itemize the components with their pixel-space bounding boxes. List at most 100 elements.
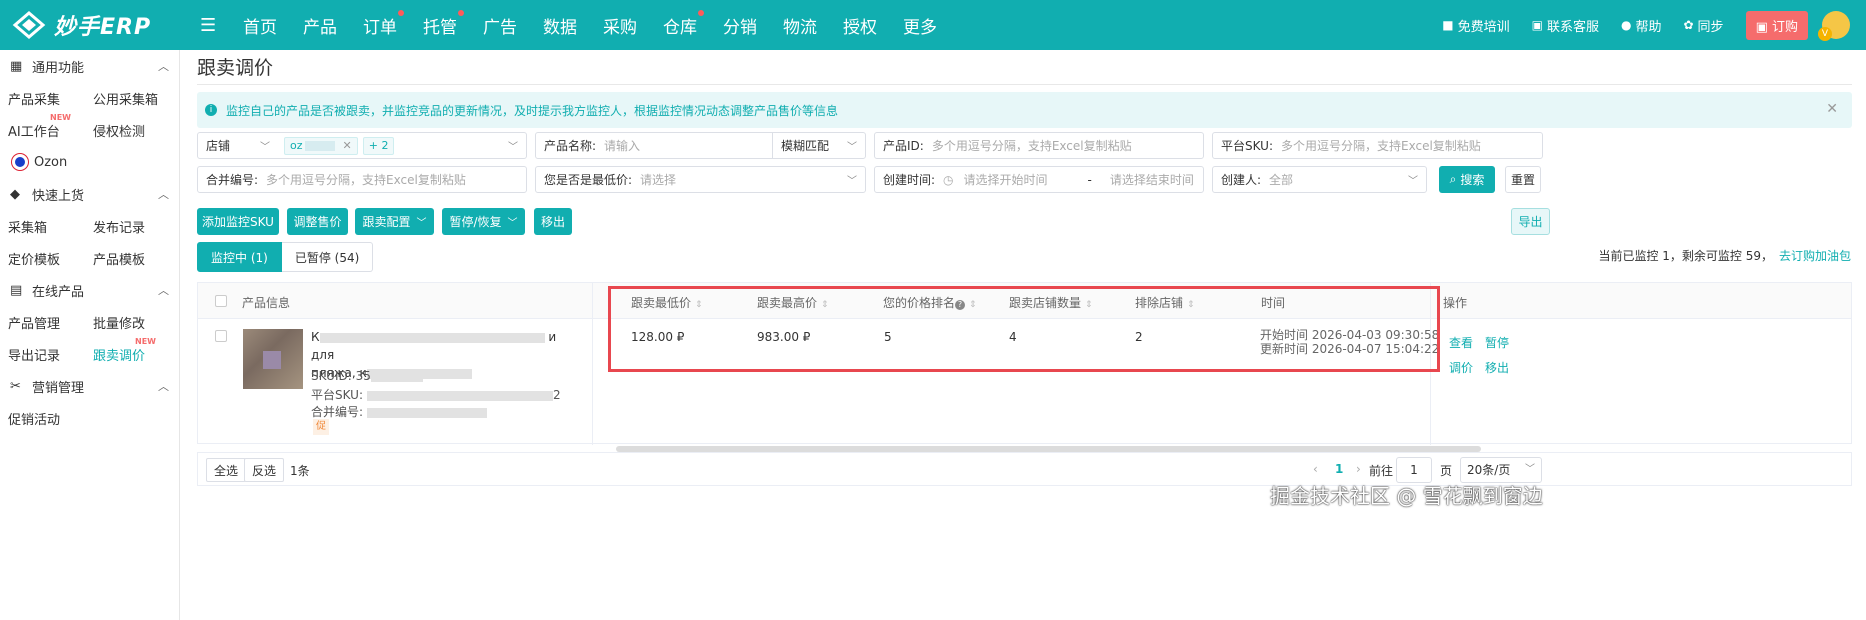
nav-item-9[interactable]: 物流 (770, 13, 830, 38)
pause-link[interactable]: 暂停 (1485, 334, 1509, 351)
lowest-price-select[interactable]: 您是否是最低价: 请选择 ﹀ (535, 166, 866, 193)
ctime-end-input[interactable]: 请选择结束时间 (1110, 171, 1194, 188)
nav-item-label: 更多 (903, 17, 937, 38)
store-select[interactable]: 店铺 ﹀ oz ✕ + 2 ﹀ (197, 132, 527, 159)
remove-link[interactable]: 移出 (1485, 359, 1509, 376)
sidebar-item-follow-price[interactable]: 跟卖调价 NEW (85, 337, 170, 364)
store-tag: oz ✕ (284, 136, 358, 155)
create-time-filter[interactable]: 创建时间: ◷ 请选择开始时间 - 请选择结束时间 (874, 166, 1204, 193)
adjust-price-button[interactable]: 调整售价 (287, 208, 348, 235)
next-page-icon[interactable]: › (1356, 462, 1361, 476)
adjust-price-link[interactable]: 调价 (1449, 359, 1473, 376)
sidebar-group-quick[interactable]: ◆ 快速上货 ︿ (0, 178, 179, 210)
prev-page-icon[interactable]: ‹ (1313, 462, 1318, 476)
select-all-checkbox[interactable] (215, 295, 227, 307)
nav-item-4[interactable]: 广告 (470, 13, 530, 38)
nav-item-6[interactable]: 采购 (590, 13, 650, 38)
pname-label: 产品名称: (544, 139, 597, 153)
sidebar-item-export-log[interactable]: 导出记录 (0, 345, 85, 364)
sidebar-item-infringe[interactable]: 侵权检测 (85, 121, 170, 140)
skuid-value: 35 (355, 369, 371, 383)
tab-monitoring[interactable]: 监控中 (1) (197, 242, 282, 272)
sidebar-group-online[interactable]: ▤ 在线产品 ︿ (0, 274, 179, 306)
sidebar-group-label: 快速上货 (32, 188, 85, 204)
notification-dot (398, 9, 404, 16)
sidebar-item-ai[interactable]: AI工作台 NEW (0, 113, 85, 140)
add-monitor-sku-button[interactable]: 添加监控SKU (197, 208, 279, 235)
avatar[interactable] (1818, 11, 1850, 41)
sidebar-item-batch-edit[interactable]: 批量修改 (85, 313, 170, 332)
match-mode-select[interactable]: 模糊匹配 (773, 137, 837, 154)
support-icon: ▣ (1531, 18, 1543, 32)
menu-toggle-icon[interactable]: ☰ (200, 15, 220, 36)
sidebar-item-price-template[interactable]: 定价模板 (0, 249, 85, 268)
sidebar-item-collect[interactable]: 产品采集 (0, 89, 85, 108)
close-icon[interactable]: ✕ (1826, 101, 1838, 117)
nav-item-11[interactable]: 更多 (890, 13, 950, 38)
export-button[interactable]: 导出 (1511, 208, 1550, 235)
sidebar-item-collect-box[interactable]: 采集箱 (0, 217, 85, 236)
page-number[interactable]: 1 (1335, 462, 1343, 476)
platform-sku-line: 平台SKU: 2 (311, 386, 561, 403)
remove-button[interactable]: 移出 (534, 208, 572, 235)
order-button[interactable]: ▣ 订购 (1745, 10, 1808, 40)
sidebar-item-product-template[interactable]: 产品模板 (85, 249, 170, 268)
app-logo[interactable]: 妙手ERP (12, 9, 192, 41)
invert-selection-button[interactable]: 反选 (244, 458, 285, 482)
nav-item-8[interactable]: 分销 (710, 13, 770, 38)
product-id-filter[interactable]: 产品ID: 多个用逗号分隔，支持Excel复制粘贴 (874, 132, 1204, 159)
sidebar-group-label: 营销管理 (32, 380, 85, 396)
sync-link[interactable]: ✿ 同步 (1683, 16, 1723, 35)
highlight-box (608, 286, 1440, 372)
ctime-start-input[interactable]: 请选择开始时间 (964, 171, 1068, 188)
help-icon: ● (1620, 18, 1632, 32)
page-title: 跟卖调价 (197, 57, 274, 79)
lowest-label: 您是否是最低价: (544, 173, 633, 187)
nav-item-2[interactable]: 订单 (350, 9, 410, 38)
chevron-up-icon: ︿ (158, 188, 169, 201)
pid-input[interactable]: 多个用逗号分隔，支持Excel复制粘贴 (932, 137, 1132, 154)
cart-icon: ▣ (1755, 19, 1772, 35)
search-button[interactable]: ⌕ 搜索 (1439, 166, 1495, 193)
buy-package-link[interactable]: 去订购加油包 (1779, 249, 1851, 263)
pause-resume-button[interactable]: 暂停/恢复 ﹀ (442, 208, 525, 235)
nav-item-7[interactable]: 仓库 (650, 9, 710, 38)
nav-item-3[interactable]: 托管 (410, 9, 470, 38)
view-link[interactable]: 查看 (1449, 334, 1473, 351)
platform-sku-filter[interactable]: 平台SKU: 多个用逗号分隔，支持Excel复制粘贴 (1212, 132, 1543, 159)
help-link[interactable]: ● 帮助 (1621, 16, 1662, 35)
sync-label: 同步 (1697, 19, 1724, 35)
sidebar-item-promotion[interactable]: 促销活动 (0, 409, 85, 428)
tag-close-icon[interactable]: ✕ (343, 139, 352, 152)
product-thumbnail[interactable] (243, 329, 303, 389)
nav-item-1[interactable]: 产品 (290, 13, 350, 38)
row-checkbox[interactable] (215, 330, 227, 342)
divider (197, 84, 1852, 85)
reset-button[interactable]: 重置 (1505, 166, 1541, 193)
chevron-down-icon: ﹀ (1525, 464, 1535, 475)
platform-sku-label: 平台SKU: (311, 388, 363, 402)
sidebar-item-ozon[interactable]: Ozon (0, 146, 179, 178)
sidebar-group-marketing[interactable]: ✂ 营销管理 ︿ (0, 370, 179, 402)
follow-config-button[interactable]: 跟卖配置 ﹀ (355, 208, 434, 235)
training-link[interactable]: ■ 免费培训 (1442, 16, 1509, 35)
sidebar-item-product-mgmt[interactable]: 产品管理 (0, 313, 85, 332)
merge-number-filter[interactable]: 合并编号: 多个用逗号分隔，支持Excel复制粘贴 (197, 166, 527, 193)
main-content: 跟卖调价 i 监控自己的产品是否被跟卖，并监控竞品的更新情况，及时提示我方监控人… (180, 50, 1866, 620)
merge-input[interactable]: 多个用逗号分隔，支持Excel复制粘贴 (266, 171, 466, 188)
chevron-down-icon: ﹀ (507, 218, 518, 229)
nav-item-5[interactable]: 数据 (530, 13, 590, 38)
sidebar-item-public-box[interactable]: 公用采集箱 (85, 89, 170, 108)
nav-item-0[interactable]: 首页 (230, 13, 290, 38)
sidebar-item-publish-log[interactable]: 发布记录 (85, 217, 170, 236)
sidebar-group-general[interactable]: ▦ 通用功能 ︿ (0, 50, 179, 82)
nav-item-10[interactable]: 授权 (830, 13, 890, 38)
creator-select[interactable]: 创建人: 全部 ﹀ (1212, 166, 1427, 193)
ozon-logo-icon (12, 154, 28, 170)
tab-paused[interactable]: 已暂停 (54) (281, 242, 374, 272)
sync-icon: ✿ (1683, 18, 1694, 32)
support-link[interactable]: ▣ 联系客服 (1532, 16, 1599, 35)
pname-input[interactable]: 请输入 (604, 137, 772, 154)
select-all-button[interactable]: 全选 (206, 458, 247, 482)
sku-input[interactable]: 多个用逗号分隔，支持Excel复制粘贴 (1281, 137, 1481, 154)
